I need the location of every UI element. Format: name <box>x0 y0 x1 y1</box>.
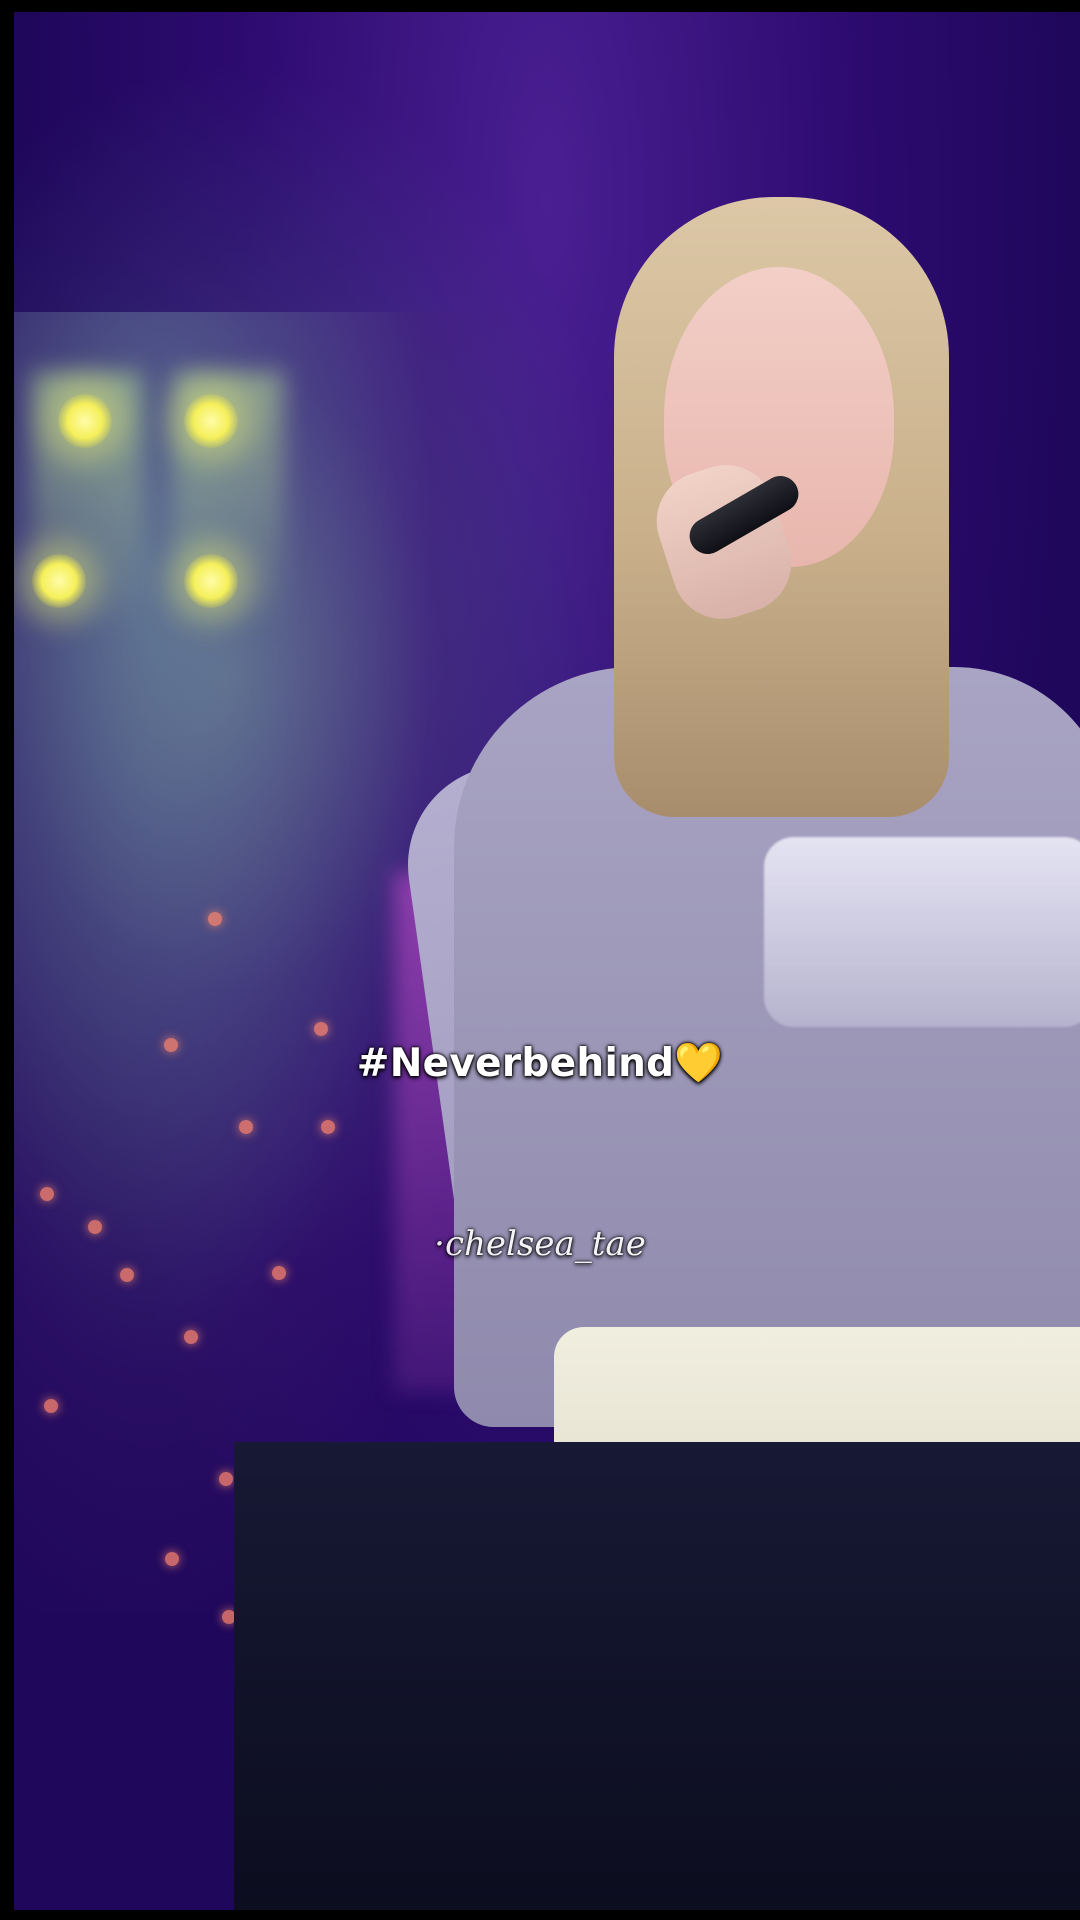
hoodie-print <box>764 837 1080 1027</box>
hashtag-caption: #Neverbehind💛 <box>356 1041 724 1086</box>
video-frame <box>14 12 1080 1910</box>
stage-floor <box>234 1442 1080 1910</box>
watermark: ·chelsea_tae <box>434 1224 646 1264</box>
